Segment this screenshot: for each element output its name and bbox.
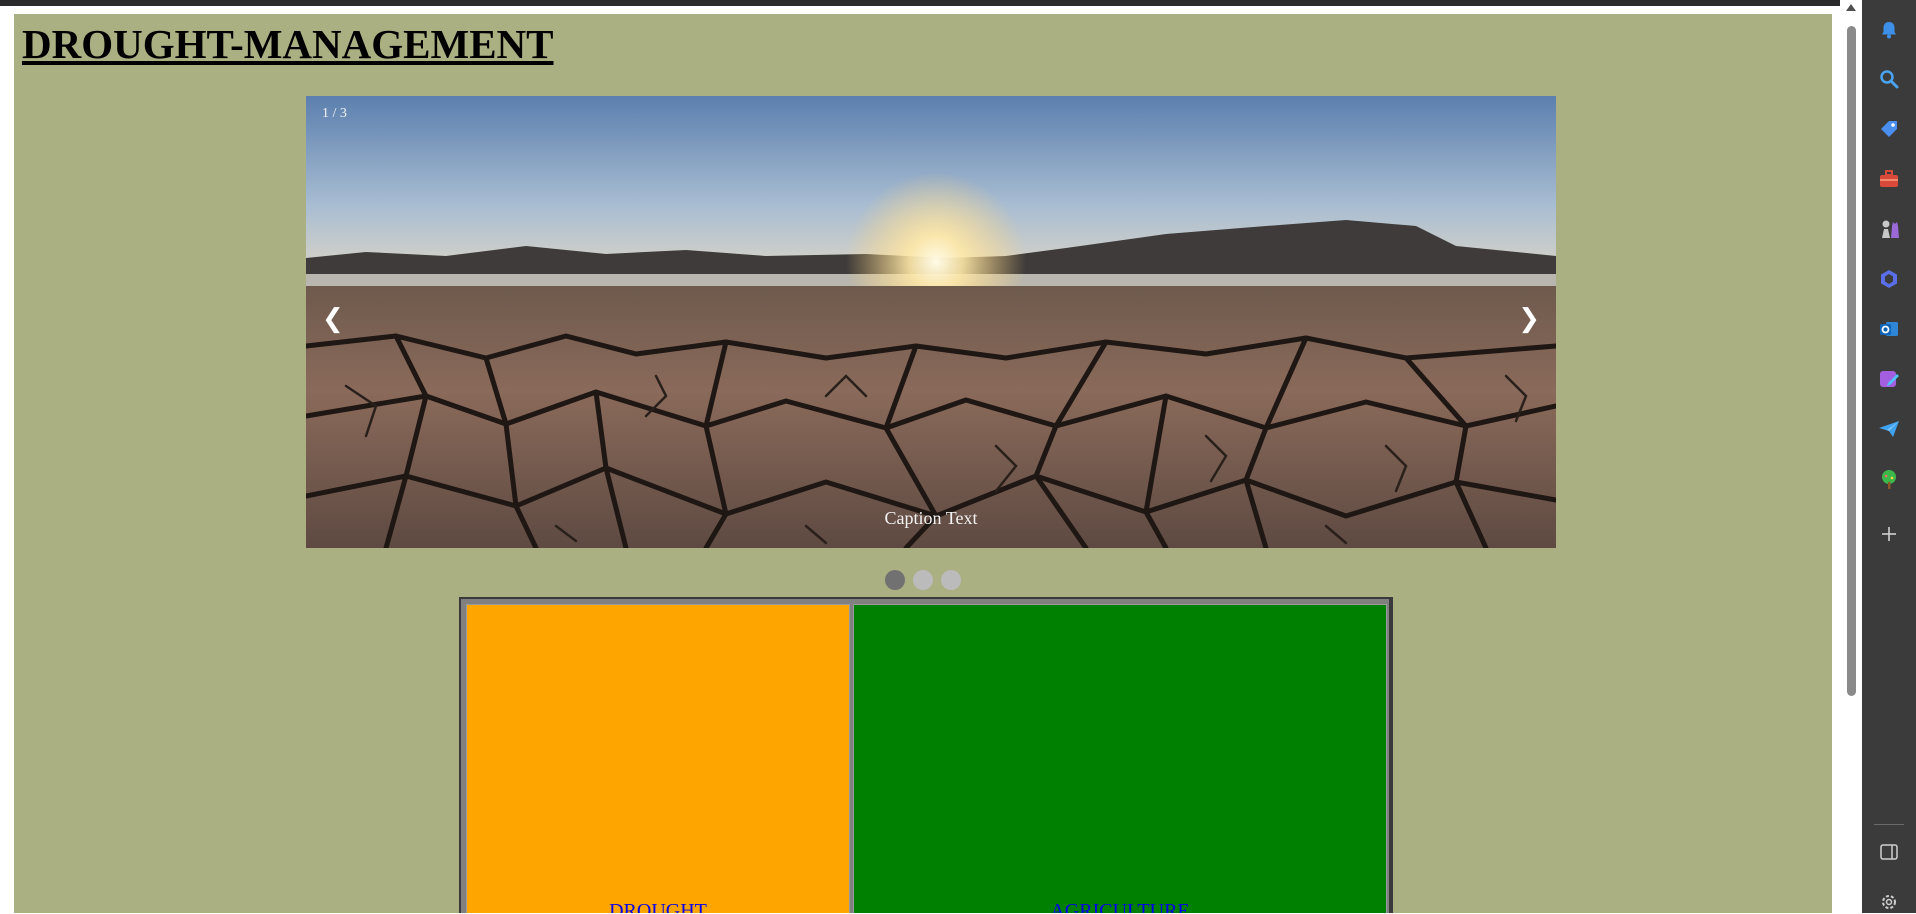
- tree-icon[interactable]: [1877, 467, 1901, 491]
- search-icon[interactable]: [1877, 67, 1901, 91]
- designer-icon[interactable]: [1877, 367, 1901, 391]
- slide-dot-1[interactable]: [885, 570, 905, 590]
- chess-icon[interactable]: [1877, 217, 1901, 241]
- browser-sidebar: [1862, 0, 1916, 913]
- outlook-icon[interactable]: [1877, 317, 1901, 341]
- slide-dots: [14, 570, 1832, 590]
- prev-slide-button[interactable]: ❮: [322, 304, 344, 334]
- scroll-thumb[interactable]: [1847, 26, 1856, 696]
- settings-icon[interactable]: [1877, 890, 1901, 914]
- add-icon[interactable]: [1877, 522, 1901, 546]
- slide-dot-3[interactable]: [941, 570, 961, 590]
- category-grid: DROUGHT AGRICULTURE: [459, 597, 1393, 913]
- agriculture-cell[interactable]: AGRICULTURE: [853, 604, 1387, 913]
- drought-cell[interactable]: DROUGHT: [466, 604, 850, 913]
- agriculture-link[interactable]: AGRICULTURE: [854, 900, 1386, 913]
- slideshow-container: 1 / 3 ❮ ❯ Caption Text: [306, 96, 1556, 548]
- split-screen-icon[interactable]: [1877, 840, 1901, 864]
- slide-caption: Caption Text: [884, 508, 978, 528]
- webpage-viewport: DROUGHT-MANAGEMENT 1 / 3 ❮ ❯ Caption Tex…: [6, 6, 1832, 913]
- vertical-scrollbar[interactable]: [1840, 0, 1862, 913]
- sidebar-divider: [1874, 824, 1904, 825]
- copilot-icon[interactable]: [1877, 267, 1901, 291]
- slide-dot-2[interactable]: [913, 570, 933, 590]
- tag-icon[interactable]: [1877, 117, 1901, 141]
- scroll-up-arrow-icon[interactable]: [1846, 4, 1856, 11]
- next-slide-button[interactable]: ❯: [1518, 304, 1540, 334]
- toolbox-icon[interactable]: [1877, 167, 1901, 191]
- page-title: DROUGHT-MANAGEMENT: [22, 21, 554, 67]
- drought-link[interactable]: DROUGHT: [467, 900, 849, 913]
- send-icon[interactable]: [1877, 417, 1901, 441]
- bell-icon[interactable]: [1877, 18, 1901, 42]
- slide-number-text: 1 / 3: [322, 106, 347, 121]
- page-body: DROUGHT-MANAGEMENT 1 / 3 ❮ ❯ Caption Tex…: [14, 14, 1832, 913]
- slide-image-cracked-earth: [306, 96, 1556, 548]
